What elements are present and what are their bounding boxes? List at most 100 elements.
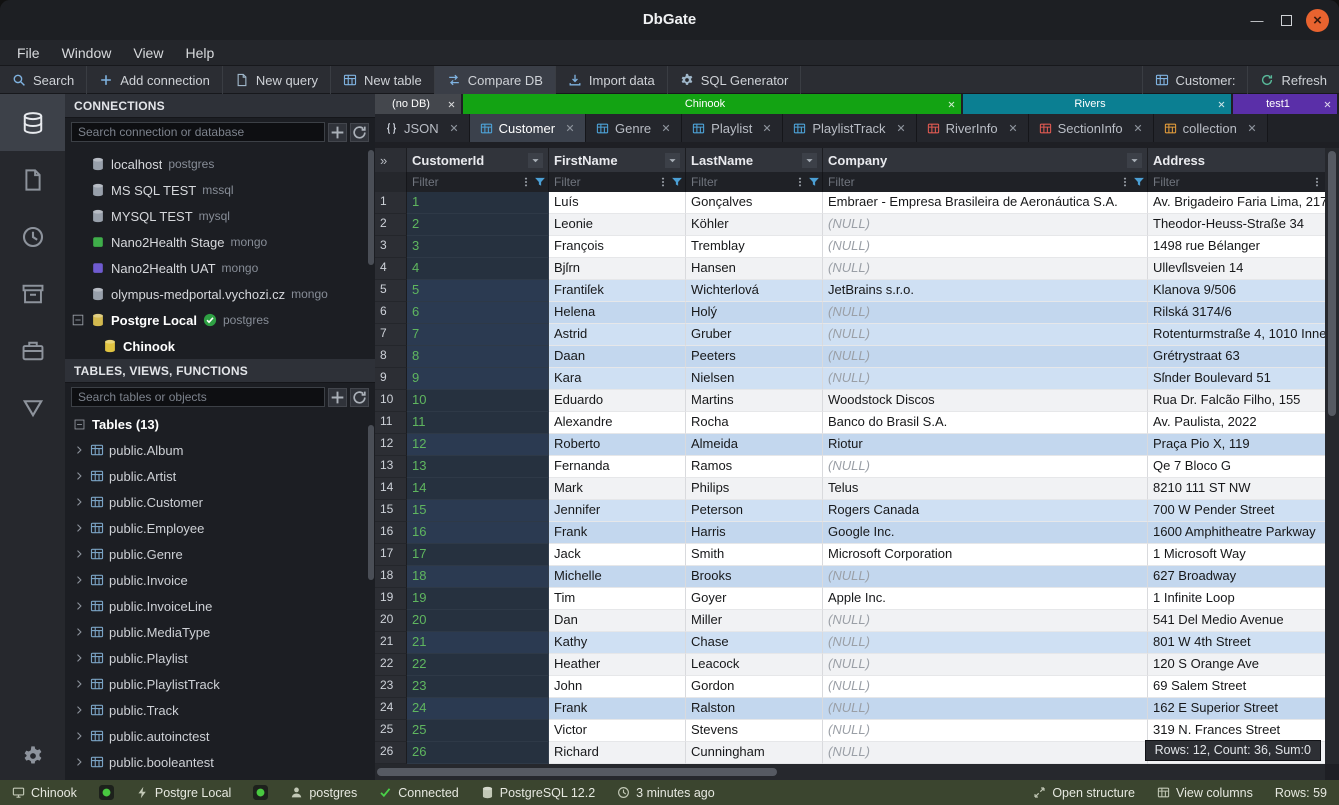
cell-firstname[interactable]: Luís [549, 192, 686, 214]
cell-address[interactable]: Theodor-Heuss-Straße 34 [1148, 214, 1339, 236]
menu-view[interactable]: View [122, 40, 174, 66]
filter-menu-icon[interactable] [657, 176, 669, 188]
horizontal-scrollbar-thumb[interactable] [377, 768, 777, 776]
table-item-public-mediatype[interactable]: public.MediaType [65, 619, 375, 645]
refresh-connections-button[interactable] [350, 123, 369, 142]
dbgroup-tab-rivers[interactable]: Rivers [963, 94, 1231, 114]
close-button[interactable]: × [1306, 9, 1329, 32]
cell-firstname[interactable]: Frank [549, 522, 686, 544]
cell-address[interactable]: 801 W 4th Street [1148, 632, 1339, 654]
grid-corner-cell[interactable]: » [375, 148, 407, 172]
column-header-address[interactable]: Address [1148, 148, 1339, 172]
cell-lastname[interactable]: Ramos [686, 456, 823, 478]
cell-company[interactable]: (NULL) [823, 654, 1148, 676]
cell-customerid[interactable]: 7 [407, 324, 549, 346]
add-table-mini-button[interactable] [328, 388, 347, 407]
close-icon[interactable] [661, 123, 671, 133]
cell-address[interactable]: Praça Pio X, 119 [1148, 434, 1339, 456]
cell-address[interactable]: Rua Dr. Falcão Filho, 155 [1148, 390, 1339, 412]
cell-customerid[interactable]: 8 [407, 346, 549, 368]
cell-firstname[interactable]: Helena [549, 302, 686, 324]
column-menu-button[interactable] [1127, 153, 1142, 168]
chevron-right-icon[interactable] [73, 600, 85, 612]
cell-customerid[interactable]: 25 [407, 720, 549, 742]
cell-firstname[interactable]: Kathy [549, 632, 686, 654]
row-number[interactable]: 3 [375, 236, 407, 258]
chevron-right-icon[interactable] [73, 704, 85, 716]
cell-lastname[interactable]: Martins [686, 390, 823, 412]
cell-customerid[interactable]: 16 [407, 522, 549, 544]
dbgroup-tab-test1[interactable]: test1 [1233, 94, 1337, 114]
cell-firstname[interactable]: Leonie [549, 214, 686, 236]
cell-firstname[interactable]: Frank [549, 698, 686, 720]
close-icon[interactable] [947, 100, 956, 109]
cell-address[interactable]: 700 W Pender Street [1148, 500, 1339, 522]
column-menu-button[interactable] [665, 153, 680, 168]
cell-lastname[interactable]: Chase [686, 632, 823, 654]
column-menu-button[interactable] [802, 153, 817, 168]
cell-company[interactable]: Woodstock Discos [823, 390, 1148, 412]
toolbar-customer-button[interactable]: Customer: [1142, 66, 1248, 94]
close-icon[interactable] [1247, 123, 1257, 133]
sidebar-files-button[interactable] [0, 151, 65, 208]
cell-company[interactable]: (NULL) [823, 236, 1148, 258]
chevron-right-icon[interactable] [73, 574, 85, 586]
tab-genre[interactable]: Genre [586, 114, 682, 142]
cell-company[interactable]: Telus [823, 478, 1148, 500]
cell-lastname[interactable]: Gordon [686, 676, 823, 698]
cell-firstname[interactable]: Eduardo [549, 390, 686, 412]
cell-firstname[interactable]: Daan [549, 346, 686, 368]
cell-lastname[interactable]: Leacock [686, 654, 823, 676]
cell-firstname[interactable]: Roberto [549, 434, 686, 456]
table-item-public-album[interactable]: public.Album [65, 437, 375, 463]
row-number[interactable]: 9 [375, 368, 407, 390]
cell-lastname[interactable]: Tremblay [686, 236, 823, 258]
connection-item-mysql-test[interactable]: MYSQL TESTmysql [65, 203, 375, 229]
cell-firstname[interactable]: Jennifer [549, 500, 686, 522]
table-item-public-artist[interactable]: public.Artist [65, 463, 375, 489]
cell-company[interactable]: (NULL) [823, 456, 1148, 478]
filter-menu-icon[interactable] [1311, 176, 1323, 188]
cell-company[interactable]: (NULL) [823, 346, 1148, 368]
cell-company[interactable]: (NULL) [823, 720, 1148, 742]
row-number[interactable]: 22 [375, 654, 407, 676]
filter-menu-icon[interactable] [1119, 176, 1131, 188]
close-icon[interactable] [449, 123, 459, 133]
cell-customerid[interactable]: 4 [407, 258, 549, 280]
row-number[interactable]: 24 [375, 698, 407, 720]
tables-scrollbar-thumb[interactable] [368, 425, 374, 580]
cell-lastname[interactable]: Peterson [686, 500, 823, 522]
connection-item-localhost[interactable]: localhostpostgres [65, 151, 375, 177]
filter-input-firstname[interactable] [551, 175, 655, 189]
row-number[interactable]: 20 [375, 610, 407, 632]
cell-customerid[interactable]: 9 [407, 368, 549, 390]
filter-funnel-icon[interactable] [671, 176, 683, 188]
cell-customerid[interactable]: 15 [407, 500, 549, 522]
cell-address[interactable]: 319 N. Frances Street [1148, 720, 1339, 742]
cell-company[interactable]: Google Inc. [823, 522, 1148, 544]
cell-address[interactable]: 120 S Orange Ave [1148, 654, 1339, 676]
row-number[interactable]: 5 [375, 280, 407, 302]
row-number[interactable]: 13 [375, 456, 407, 478]
cell-lastname[interactable]: Holý [686, 302, 823, 324]
cell-address[interactable]: Rilská 3174/6 [1148, 302, 1339, 324]
toolbar-new-table-button[interactable]: New table [331, 66, 435, 94]
cell-customerid[interactable]: 11 [407, 412, 549, 434]
status-view-columns[interactable]: View columns [1157, 786, 1253, 800]
cell-address[interactable]: Ullevſlsveien 14 [1148, 258, 1339, 280]
cell-lastname[interactable]: Harris [686, 522, 823, 544]
chevron-right-icon[interactable] [73, 470, 85, 482]
table-search-input[interactable] [71, 387, 325, 407]
refresh-tables-button[interactable] [350, 388, 369, 407]
menu-file[interactable]: File [6, 40, 51, 66]
tab-playlisttrack[interactable]: PlaylistTrack [783, 114, 916, 142]
cell-firstname[interactable]: Astrid [549, 324, 686, 346]
cell-address[interactable]: 1 Microsoft Way [1148, 544, 1339, 566]
filter-input-lastname[interactable] [688, 175, 792, 189]
row-number[interactable]: 6 [375, 302, 407, 324]
cell-customerid[interactable]: 17 [407, 544, 549, 566]
row-number[interactable]: 26 [375, 742, 407, 764]
cell-company[interactable]: Embraer - Empresa Brasileira de Aeronáut… [823, 192, 1148, 214]
collapse-icon[interactable] [71, 313, 85, 327]
chevron-right-icon[interactable] [73, 652, 85, 664]
